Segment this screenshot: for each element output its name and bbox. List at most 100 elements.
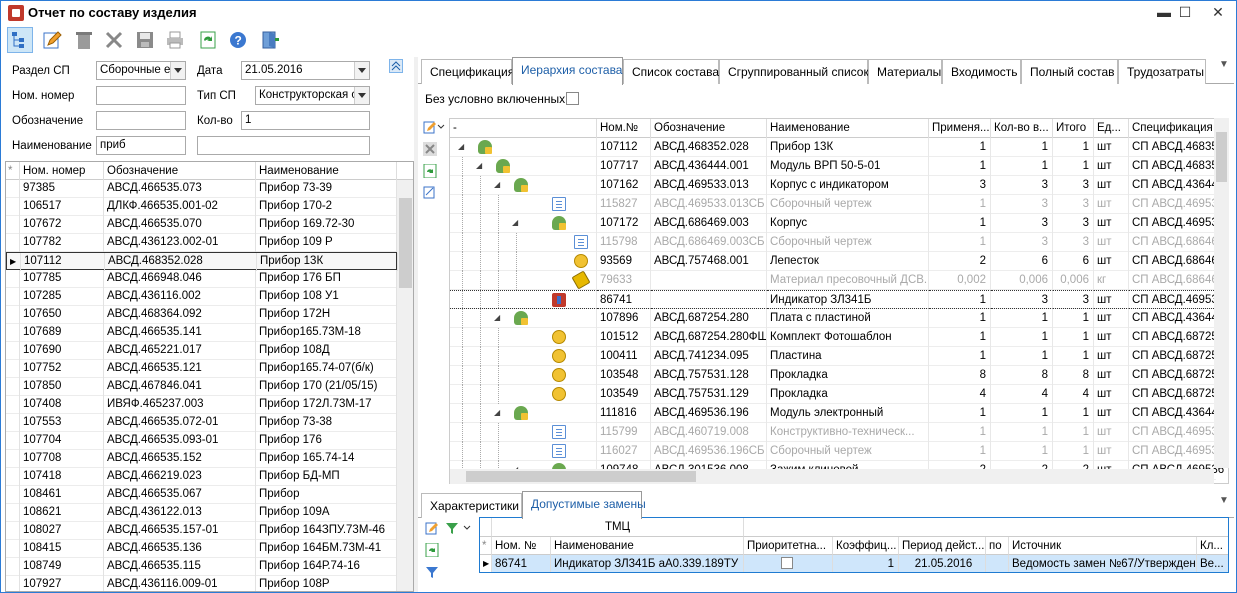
table-row[interactable]: 107752 АВСД.466535.121 Прибор165.74-07(б/к… <box>6 360 397 378</box>
expand-toggle-icon[interactable]: ◢ <box>512 219 520 227</box>
bottom-tabs-menu-button[interactable]: ▼ <box>1219 495 1229 506</box>
exit-button[interactable] <box>257 27 283 53</box>
type-select[interactable]: Конструкторская спе <box>255 86 370 105</box>
table-row[interactable]: 108749 АВСД.466535.115 Прибор 164Р.74-16 <box>6 558 397 576</box>
subst-priority[interactable] <box>744 555 833 572</box>
cancel-icon[interactable] <box>423 142 437 156</box>
subst-to[interactable] <box>986 555 1009 572</box>
tree-row[interactable]: 115798 АВСД.686469.003СБ Сборочный чертеж 1… <box>450 233 1224 252</box>
tree-row[interactable]: ◢ 107717 АВСД.436444.001 Модуль ВРП 50-5-01… <box>450 157 1224 176</box>
tree-row[interactable]: ◢ 107896 АВСД.687254.280 Плата с пластиной 1… <box>450 309 1224 328</box>
print-button[interactable] <box>162 27 188 53</box>
tree-row[interactable]: ◢ 107172 АВСД.686469.003 Корпус 1 3 3 шт СП АВСД… <box>450 214 1224 233</box>
tree-node-cell[interactable]: ◢ <box>450 309 597 328</box>
tree-node-cell[interactable]: ◢ <box>450 214 597 233</box>
tree-node-cell[interactable] <box>450 442 597 461</box>
table-row[interactable]: 107650 АВСД.468364.092 Прибор 172Н <box>6 306 397 324</box>
col-tree[interactable]: - <box>450 119 597 138</box>
nom-input[interactable] <box>96 86 186 105</box>
subst-nom[interactable]: 86741 <box>492 555 551 572</box>
table-row[interactable]: 107689 АВСД.466535.141 Прибор165.73М-18 <box>6 324 397 342</box>
tree-row[interactable]: 93569 АВСД.757468.001 Лепесток 2 6 6 шт СП АВСД… <box>450 252 1224 271</box>
expand-toggle-icon[interactable]: ◢ <box>494 181 502 189</box>
expand-toggle-icon[interactable]: ◢ <box>458 143 466 151</box>
table-row[interactable]: 107690 АВСД.465221.017 Прибор 108Д <box>6 342 397 360</box>
table-row[interactable]: 107785 АВСД.466948.046 Прибор 176 БП <box>6 270 397 288</box>
col-priority[interactable]: Приоритетна... <box>744 537 833 555</box>
tree-node-cell[interactable] <box>450 423 597 442</box>
tree-node-cell[interactable]: ◢ <box>450 138 597 157</box>
col-coef[interactable]: Коэффиц... <box>833 537 899 555</box>
table-row[interactable]: 108415 АВСД.466535.136 Прибор 164БМ.73М-41 <box>6 540 397 558</box>
col-kl[interactable]: Кл... <box>1197 537 1228 555</box>
col-designation[interactable]: Обозначение <box>104 162 256 180</box>
scroll-thumb[interactable] <box>399 198 412 288</box>
tab-1[interactable]: Иерархия состава <box>512 57 623 85</box>
table-row[interactable]: 107927 АВСД.436116.009-01 Прибор 108Р <box>6 576 397 591</box>
tree-node-cell[interactable] <box>450 328 597 347</box>
tab-0[interactable]: Спецификация <box>421 59 514 84</box>
close-button[interactable]: ✕ <box>1201 1 1235 25</box>
table-row[interactable]: 108621 АВСД.436122.013 Прибор 109А <box>6 504 397 522</box>
subst-kl[interactable]: Ве... <box>1197 555 1228 572</box>
tab-6[interactable]: Полный состав <box>1021 59 1118 84</box>
tree-row[interactable]: 115799 АВСД.460719.008 Конструктивно-техни… <box>450 423 1224 442</box>
tabs-menu-button[interactable]: ▼ <box>1219 59 1229 70</box>
col-qty-in[interactable]: Кол-во в... <box>991 119 1053 138</box>
table-row[interactable]: 107285 АВСД.436116.002 Прибор 108 У1 <box>6 288 397 306</box>
col-period[interactable]: Период дейст... <box>899 537 986 555</box>
tree-view-button[interactable] <box>7 27 33 53</box>
subst-coef[interactable]: 1 <box>833 555 899 572</box>
edit-button[interactable] <box>39 27 65 53</box>
clear-filter-icon[interactable] <box>425 565 439 579</box>
tree-hscrollbar[interactable] <box>450 469 1214 484</box>
qty-input[interactable]: 1 <box>241 111 370 130</box>
col-to[interactable]: по <box>986 537 1009 555</box>
tab-5[interactable]: Входимость <box>942 59 1021 84</box>
bottom-tab-1[interactable]: Допустимые замены <box>522 491 646 519</box>
col-nom[interactable]: Ном. № <box>492 537 551 555</box>
date-picker[interactable]: 21.05.2016 <box>241 61 370 80</box>
unconditional-checkbox[interactable] <box>566 92 579 105</box>
expand-toggle-icon[interactable]: ◢ <box>494 409 502 417</box>
name-extra-input[interactable] <box>197 136 370 155</box>
tree-row[interactable]: 103549 АВСД.757531.129 Прокладка 4 4 4 шт СП АВ… <box>450 385 1224 404</box>
save-button[interactable] <box>132 27 158 53</box>
maximize-button[interactable]: ☐ <box>1168 1 1202 25</box>
col-name[interactable]: Наименование <box>767 119 929 138</box>
tree-node-cell[interactable] <box>450 366 597 385</box>
refresh-icon[interactable] <box>423 164 437 178</box>
tree-node-cell[interactable] <box>450 233 597 252</box>
col-nom[interactable]: Ном. номер <box>20 162 104 180</box>
name-input[interactable]: приб <box>96 136 186 155</box>
tree-node-cell[interactable]: ◢ <box>450 176 597 195</box>
help-button[interactable]: ? <box>225 27 251 53</box>
tree-row[interactable]: 116027 АВСД.469536.196СБ Сборочный чертеж 1… <box>450 442 1224 461</box>
tree-row[interactable]: ◢ 111816 АВСД.469536.196 Модуль электронный… <box>450 404 1224 423</box>
tree-row[interactable]: 115827 АВСД.469533.013СБ Сборочный чертеж 1… <box>450 195 1224 214</box>
tab-2[interactable]: Список состава <box>623 59 719 84</box>
scroll-thumb[interactable] <box>466 471 696 482</box>
tree-node-cell[interactable]: ◢ <box>450 404 597 423</box>
section-select[interactable]: Сборочные ед <box>96 61 186 80</box>
tree-node-cell[interactable] <box>450 347 597 366</box>
tree-row[interactable]: ◢ 107162 АВСД.469533.013 Корпус с индикатор… <box>450 176 1224 195</box>
table-row[interactable]: 107418 АВСД.466219.023 Прибор БД-МП <box>6 468 397 486</box>
table-row[interactable]: 108461 АВСД.466535.067 Прибор <box>6 486 397 504</box>
col-unit[interactable]: Ед... <box>1094 119 1129 138</box>
col-applicability[interactable]: Применя... <box>929 119 991 138</box>
table-row[interactable]: 108027 АВСД.466535.157-01 Прибор 164ЗПУ.73… <box>6 522 397 540</box>
refresh-icon[interactable] <box>425 543 439 557</box>
col-source[interactable]: Источник <box>1009 537 1197 555</box>
tree-row[interactable]: 86741 Индикатор ЗЛ341Б 1 3 3 шт СП АВСД.469533 <box>450 290 1228 309</box>
tree-vscrollbar[interactable] <box>1214 118 1229 468</box>
tree-row[interactable]: 103548 АВСД.757531.128 Прокладка 8 8 8 шт СП АВ… <box>450 366 1224 385</box>
priority-checkbox[interactable] <box>781 557 793 569</box>
table-row[interactable]: 107408 ИВЯФ.465237.003 Прибор 172Л.73М-17 <box>6 396 397 414</box>
tree-row[interactable]: 101512 АВСД.687254.280ФШ Комплект Фотошабл… <box>450 328 1224 347</box>
tree-row[interactable]: ◢ 107112 АВСД.468352.028 Прибор 13К 1 1 1 шт СП … <box>450 138 1224 157</box>
chevron-down-icon[interactable] <box>437 123 445 137</box>
expand-toggle-icon[interactable]: ◢ <box>476 162 484 170</box>
tree-node-cell[interactable]: ◢ <box>450 157 597 176</box>
table-row[interactable]: 97385 АВСД.466535.073 Прибор 73-39 <box>6 180 397 198</box>
